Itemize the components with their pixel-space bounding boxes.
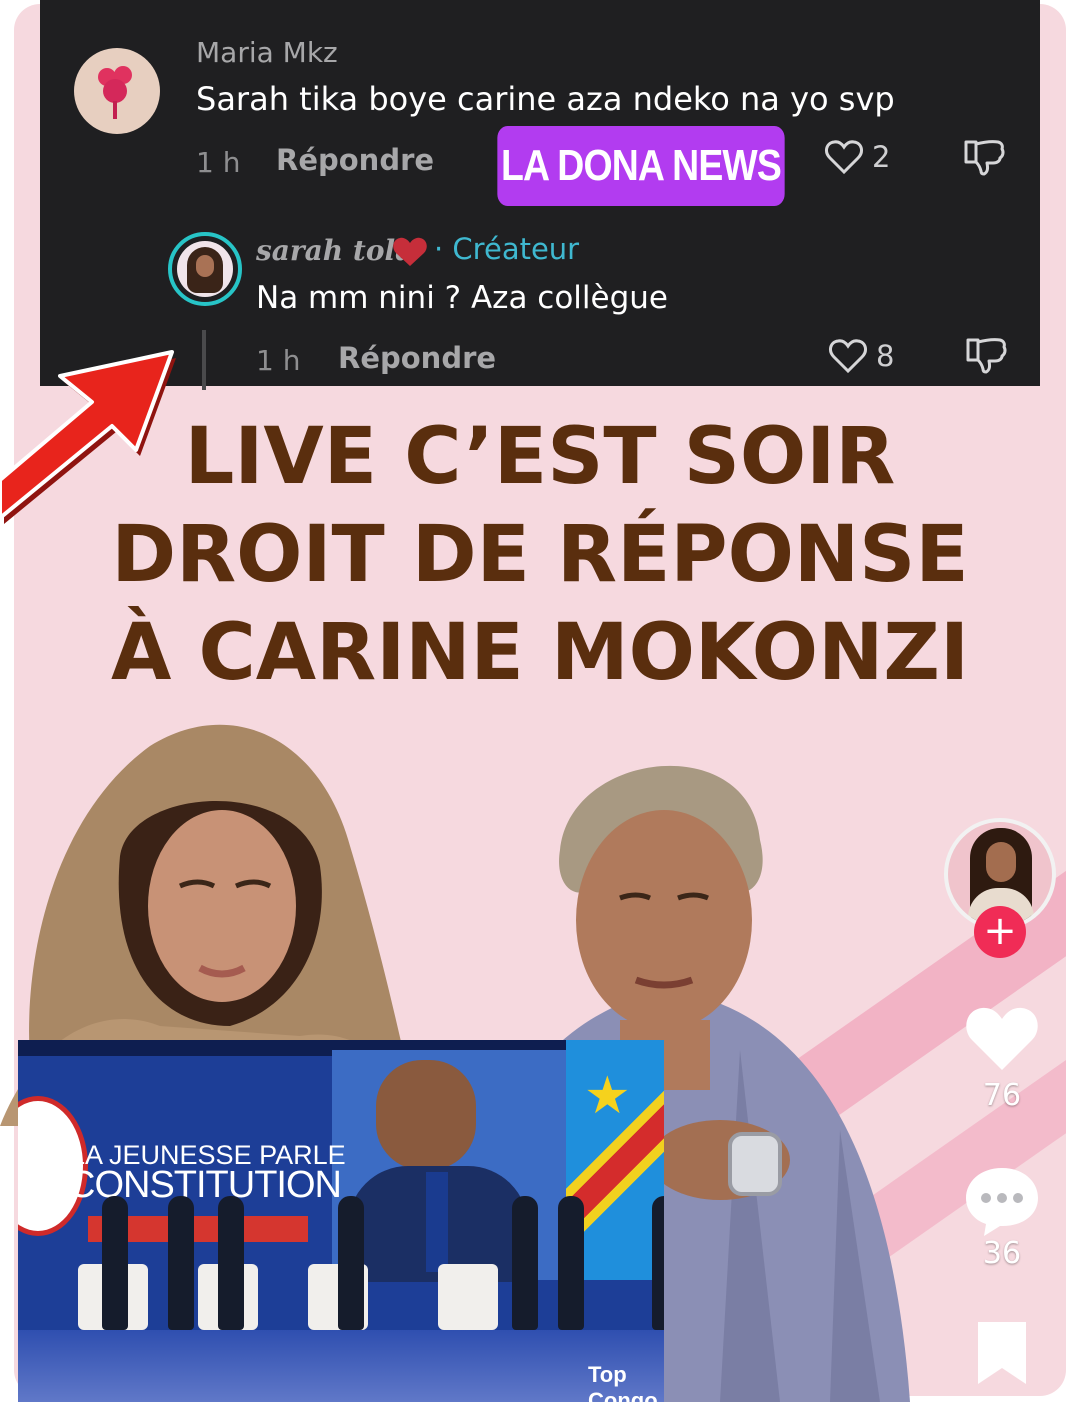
heart-icon[interactable]	[828, 337, 868, 375]
stage-person	[102, 1196, 128, 1330]
comment-text: Na mm nini ? Aza collègue	[256, 280, 669, 316]
dislike-icon[interactable]	[964, 334, 1008, 376]
event-photo-inset: ★ LA JEUNESSE PARLE CONSTITUTION Top Con…	[18, 1040, 664, 1402]
like-count: 76	[982, 1078, 1022, 1113]
comment-author[interactable]: sarah tola	[256, 234, 413, 267]
flag-star-icon: ★	[584, 1066, 631, 1126]
heart-icon[interactable]	[824, 138, 864, 176]
creator-avatar[interactable]	[168, 232, 242, 306]
brand-badge: LA DONA NEWS	[497, 126, 785, 206]
arrow-icon	[0, 350, 176, 524]
headline-line: DROIT DE RÉPONSE	[111, 510, 969, 600]
stage-chair	[438, 1264, 498, 1330]
creator-avatar-photo	[177, 241, 233, 297]
like-count: 8	[876, 339, 895, 373]
stage-person	[558, 1196, 584, 1330]
stage-person	[652, 1196, 664, 1330]
headline: LIVE C’EST SOIR DROIT DE RÉPONSE À CARIN…	[100, 408, 980, 702]
commenter-avatar[interactable]	[74, 48, 160, 134]
comment-count: 36	[982, 1236, 1022, 1271]
dislike-icon[interactable]	[962, 136, 1006, 178]
follow-plus-icon[interactable]: +	[974, 906, 1026, 958]
stage-floor	[18, 1330, 664, 1402]
red-heart-icon	[393, 237, 427, 266]
broadcaster-watermark: Top Congo	[588, 1362, 658, 1402]
stage-person	[218, 1196, 244, 1330]
reply-thread-line	[202, 330, 206, 390]
headline-line: À CARINE MOKONZI	[111, 608, 969, 698]
headline-line: LIVE C’EST SOIR	[184, 412, 896, 502]
flower-avatar-icon	[98, 66, 132, 119]
creator-label: · Créateur	[434, 232, 580, 266]
like-count: 2	[872, 140, 891, 174]
stage-person	[512, 1196, 538, 1330]
comment-author[interactable]: Maria Mkz	[196, 36, 338, 69]
reply-button[interactable]: Répondre	[338, 341, 496, 375]
stage-person	[168, 1196, 194, 1330]
comment-icon[interactable]	[962, 1162, 1042, 1238]
comment-text: Sarah tika boye carine aza ndeko na yo s…	[196, 80, 895, 118]
stage-person	[338, 1196, 364, 1330]
comments-panel: Maria Mkz Sarah tika boye carine aza nde…	[40, 0, 1040, 390]
bookmark-icon[interactable]	[972, 1318, 1032, 1388]
comment-time: 1 h	[196, 146, 241, 179]
reply-button[interactable]: Répondre	[276, 143, 434, 177]
heart-icon[interactable]	[962, 1000, 1042, 1076]
comment-time: 1 h	[256, 344, 301, 377]
